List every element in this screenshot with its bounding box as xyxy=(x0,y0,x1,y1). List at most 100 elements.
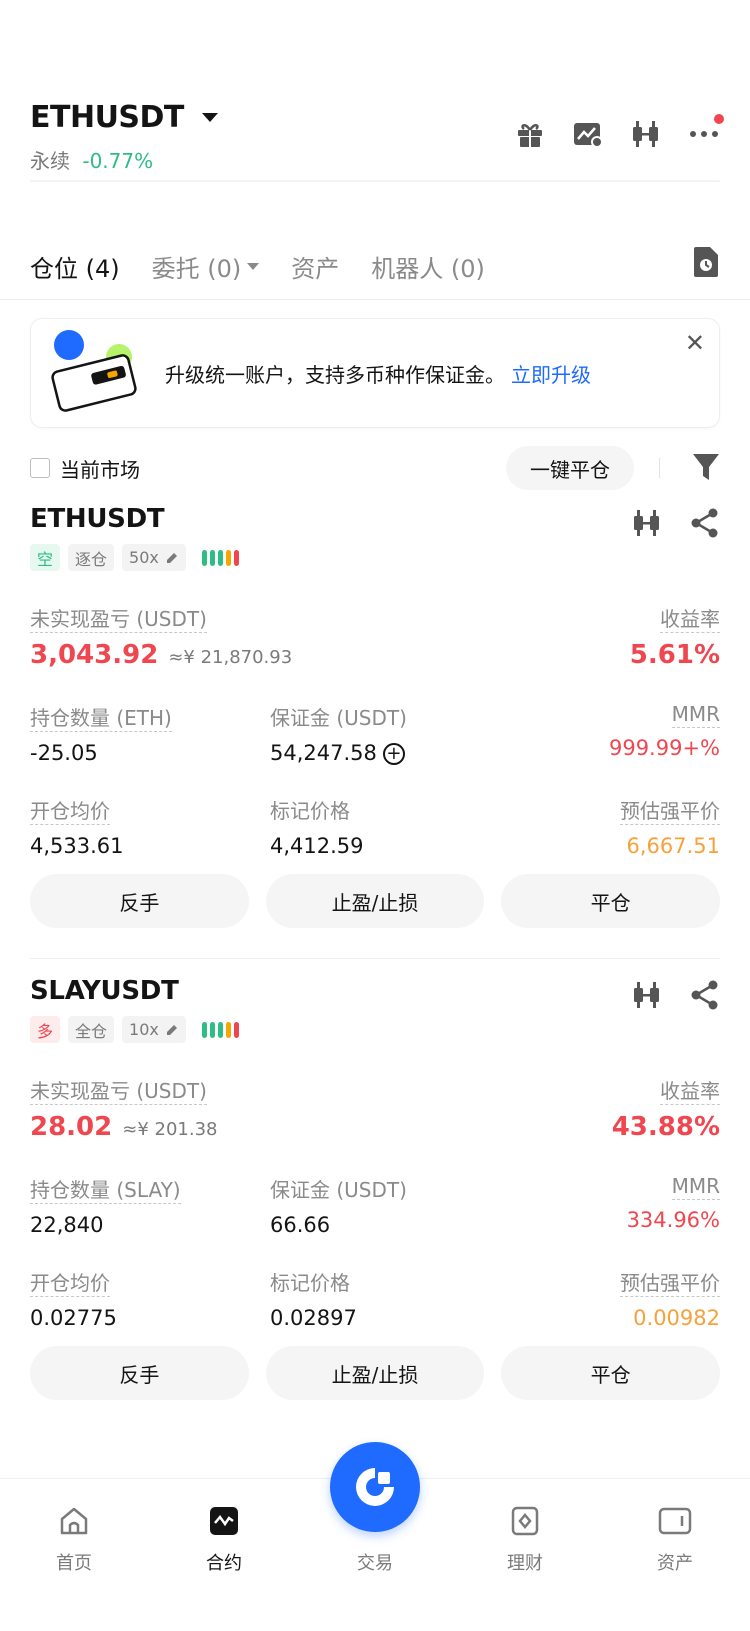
add-margin-icon[interactable]: + xyxy=(382,743,405,765)
separator xyxy=(659,458,660,478)
upgrade-banner[interactable]: 升级统一账户，支持多币种作保证金。 立即升级 ✕ xyxy=(30,318,720,428)
entry-price-label[interactable]: 开仓均价 xyxy=(30,799,110,825)
margin-label: 保证金 (USDT) xyxy=(270,706,407,730)
liq-price-label[interactable]: 预估强平价 xyxy=(620,799,720,825)
header-actions xyxy=(514,114,724,150)
position-details: 持仓数量 (ETH) -25.05 保证金 (USDT) 54,247.58 + … xyxy=(30,702,720,858)
nav-assets[interactable]: 资产 xyxy=(615,1501,735,1575)
edit-icon xyxy=(166,1024,177,1035)
liq-price-label[interactable]: 预估强平价 xyxy=(620,1271,720,1297)
mark-price-value: 0.02897 xyxy=(270,1306,357,1330)
unrealized-pnl-value: 3,043.92 xyxy=(30,640,159,670)
futures-icon xyxy=(164,1501,284,1541)
tab-orders-label: 委托 (0) xyxy=(151,254,242,283)
position-details: 持仓数量 (SLAY) 22,840 保证金 (USDT) 66.66 MMR … xyxy=(30,1174,720,1330)
position-actions xyxy=(632,980,720,1014)
roe-label[interactable]: 收益率 xyxy=(660,607,720,633)
caret-down-icon xyxy=(247,262,260,270)
share-icon[interactable] xyxy=(690,508,720,542)
margin-value: 66.66 xyxy=(270,1213,331,1237)
side-badge: 空 xyxy=(30,544,61,571)
banner-text: 升级统一账户，支持多币种作保证金。 xyxy=(165,362,505,387)
order-history-icon[interactable] xyxy=(692,246,720,284)
position-card: ETHUSDT 空 逐仓 50x 未实现盈亏 (USDT) 3,043.92 ≈… xyxy=(30,504,720,858)
reverse-button[interactable]: 反手 xyxy=(30,874,249,928)
mmr-value: 999.99+% xyxy=(608,736,720,760)
position-symbol[interactable]: ETHUSDT xyxy=(30,504,720,534)
quantity-label[interactable]: 持仓数量 (SLAY) xyxy=(30,1178,181,1204)
symbol-title: ETHUSDT xyxy=(30,100,184,135)
leverage-value: 10x xyxy=(129,1020,159,1039)
margin-label: 保证金 (USDT) xyxy=(270,1178,407,1202)
candlestick-icon[interactable] xyxy=(632,508,662,542)
entry-price-label[interactable]: 开仓均价 xyxy=(30,1271,110,1297)
close-all-button[interactable]: 一键平仓 xyxy=(506,446,634,490)
close-position-button[interactable]: 平仓 xyxy=(501,874,721,928)
chart-settings-icon[interactable] xyxy=(572,118,604,150)
position-tags: 多 全仓 10x xyxy=(30,1016,720,1043)
tpsl-button[interactable]: 止盈/止损 xyxy=(265,1346,485,1400)
current-market-label: 当前市场 xyxy=(60,457,140,482)
mmr-value: 334.96% xyxy=(626,1208,720,1232)
more-icon[interactable] xyxy=(688,114,724,150)
leverage-badge[interactable]: 10x xyxy=(122,1016,186,1043)
tpsl-button[interactable]: 止盈/止损 xyxy=(265,874,485,928)
roe-value: 5.61% xyxy=(629,640,720,670)
margin-mode-badge[interactable]: 逐仓 xyxy=(68,544,115,571)
nav-earn[interactable]: 理财 xyxy=(465,1501,585,1575)
contract-type: 永续 xyxy=(30,149,70,173)
close-position-button[interactable]: 平仓 xyxy=(501,1346,721,1400)
unrealized-pnl-label[interactable]: 未实现盈亏 (USDT) xyxy=(30,607,207,633)
current-market-checkbox[interactable] xyxy=(30,458,50,478)
unrealized-pnl-cny: ≈¥ 21,870.93 xyxy=(168,647,293,668)
mmr-label[interactable]: MMR xyxy=(671,702,720,728)
share-icon[interactable] xyxy=(690,980,720,1014)
entry-price-value: 4,533.61 xyxy=(30,834,124,858)
tab-assets[interactable]: 资产 xyxy=(291,249,339,284)
gift-icon[interactable] xyxy=(514,118,546,150)
nav-futures-label: 合约 xyxy=(206,1553,242,1574)
nav-home[interactable]: 首页 xyxy=(14,1501,134,1575)
quantity-label[interactable]: 持仓数量 (ETH) xyxy=(30,706,172,732)
nav-futures[interactable]: 合约 xyxy=(164,1501,284,1575)
leverage-badge[interactable]: 50x xyxy=(122,544,186,571)
upgrade-link[interactable]: 立即升级 xyxy=(511,363,591,387)
reverse-button[interactable]: 反手 xyxy=(30,1346,249,1400)
candlestick-icon[interactable] xyxy=(632,980,662,1014)
mark-price-label: 标记价格 xyxy=(270,1271,350,1295)
position-tags: 空 逐仓 50x xyxy=(30,544,720,571)
filter-icon[interactable] xyxy=(692,452,720,486)
risk-level-indicator xyxy=(201,1021,239,1038)
trade-fab-button[interactable] xyxy=(330,1442,420,1532)
margin-field: 54,247.58 + xyxy=(270,741,510,765)
filter-row: 当前市场 一键平仓 xyxy=(30,446,720,490)
candlestick-icon[interactable] xyxy=(630,118,662,150)
position-actions xyxy=(632,508,720,542)
close-icon[interactable]: ✕ xyxy=(685,331,705,355)
notification-dot xyxy=(714,114,724,124)
nav-assets-label: 资产 xyxy=(657,1553,693,1574)
quantity-value: 22,840 xyxy=(30,1213,104,1237)
mark-price-label: 标记价格 xyxy=(270,799,350,823)
trade-logo-icon xyxy=(356,1468,394,1506)
pnl-section: 未实现盈亏 (USDT) 3,043.92 ≈¥ 21,870.93 收益率 5… xyxy=(30,603,720,670)
quantity-value: -25.05 xyxy=(30,741,98,765)
tab-positions[interactable]: 仓位 (4) xyxy=(30,249,120,284)
position-symbol[interactable]: SLAYUSDT xyxy=(30,976,720,1006)
banner-message: 升级统一账户，支持多币种作保证金。 立即升级 xyxy=(165,359,591,388)
home-icon xyxy=(14,1501,134,1541)
tab-bots[interactable]: 机器人 (0) xyxy=(371,249,485,284)
tab-orders[interactable]: 委托 (0) xyxy=(152,249,260,284)
header: ETHUSDT 永续 -0.77% xyxy=(30,100,724,180)
leverage-value: 50x xyxy=(129,548,159,567)
position-buttons: 反手 止盈/止损 平仓 xyxy=(30,874,721,928)
roe-label[interactable]: 收益率 xyxy=(660,1079,720,1105)
mmr-label[interactable]: MMR xyxy=(671,1174,720,1200)
position-card: SLAYUSDT 多 全仓 10x 未实现盈亏 (USDT) 28.02 ≈¥ … xyxy=(30,976,720,1330)
pnl-section: 未实现盈亏 (USDT) 28.02 ≈¥ 201.38 收益率 43.88% xyxy=(30,1075,720,1142)
edit-icon xyxy=(166,552,177,563)
liq-price-value: 6,667.51 xyxy=(626,834,720,858)
unrealized-pnl-label[interactable]: 未实现盈亏 (USDT) xyxy=(30,1079,207,1105)
margin-mode-badge[interactable]: 全仓 xyxy=(68,1016,115,1043)
roe-value: 43.88% xyxy=(611,1112,720,1142)
